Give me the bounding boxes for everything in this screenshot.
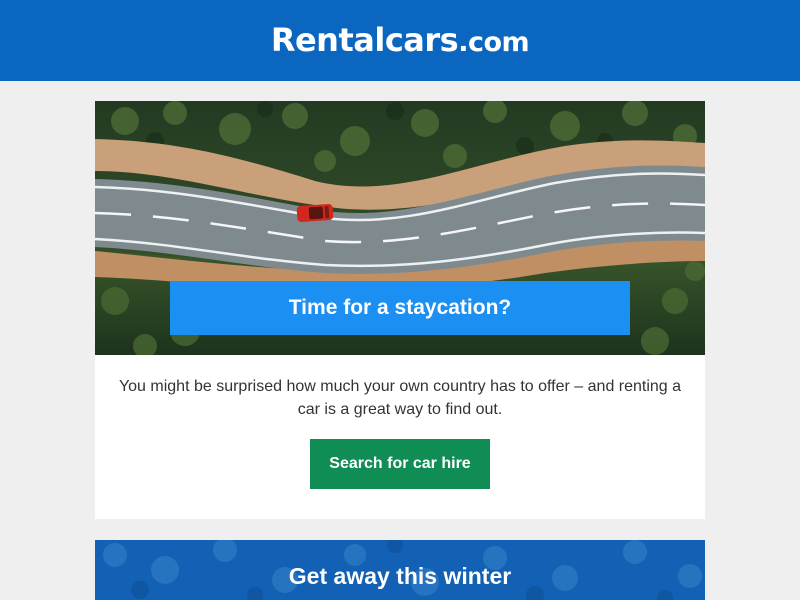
hero-title[interactable]: Time for a staycation? (170, 281, 630, 335)
staycation-card: Time for a staycation? You might be surp… (95, 101, 705, 519)
rentalcars-logo[interactable]: Rentalcars.com (0, 18, 800, 65)
promo-description: You might be surprised how much your own… (118, 378, 682, 418)
logo-suffix-text: .com (458, 27, 530, 58)
red-car (296, 204, 334, 222)
winter-card[interactable]: Get away this winter (95, 540, 705, 600)
winter-card-title[interactable]: Get away this winter (95, 562, 705, 590)
logo-main-text: Rentalcars (270, 21, 459, 59)
search-car-hire-button[interactable]: Search for car hire (310, 439, 490, 489)
hero-image[interactable]: Time for a staycation? (95, 101, 705, 355)
header-bar: Rentalcars.com (0, 0, 800, 81)
